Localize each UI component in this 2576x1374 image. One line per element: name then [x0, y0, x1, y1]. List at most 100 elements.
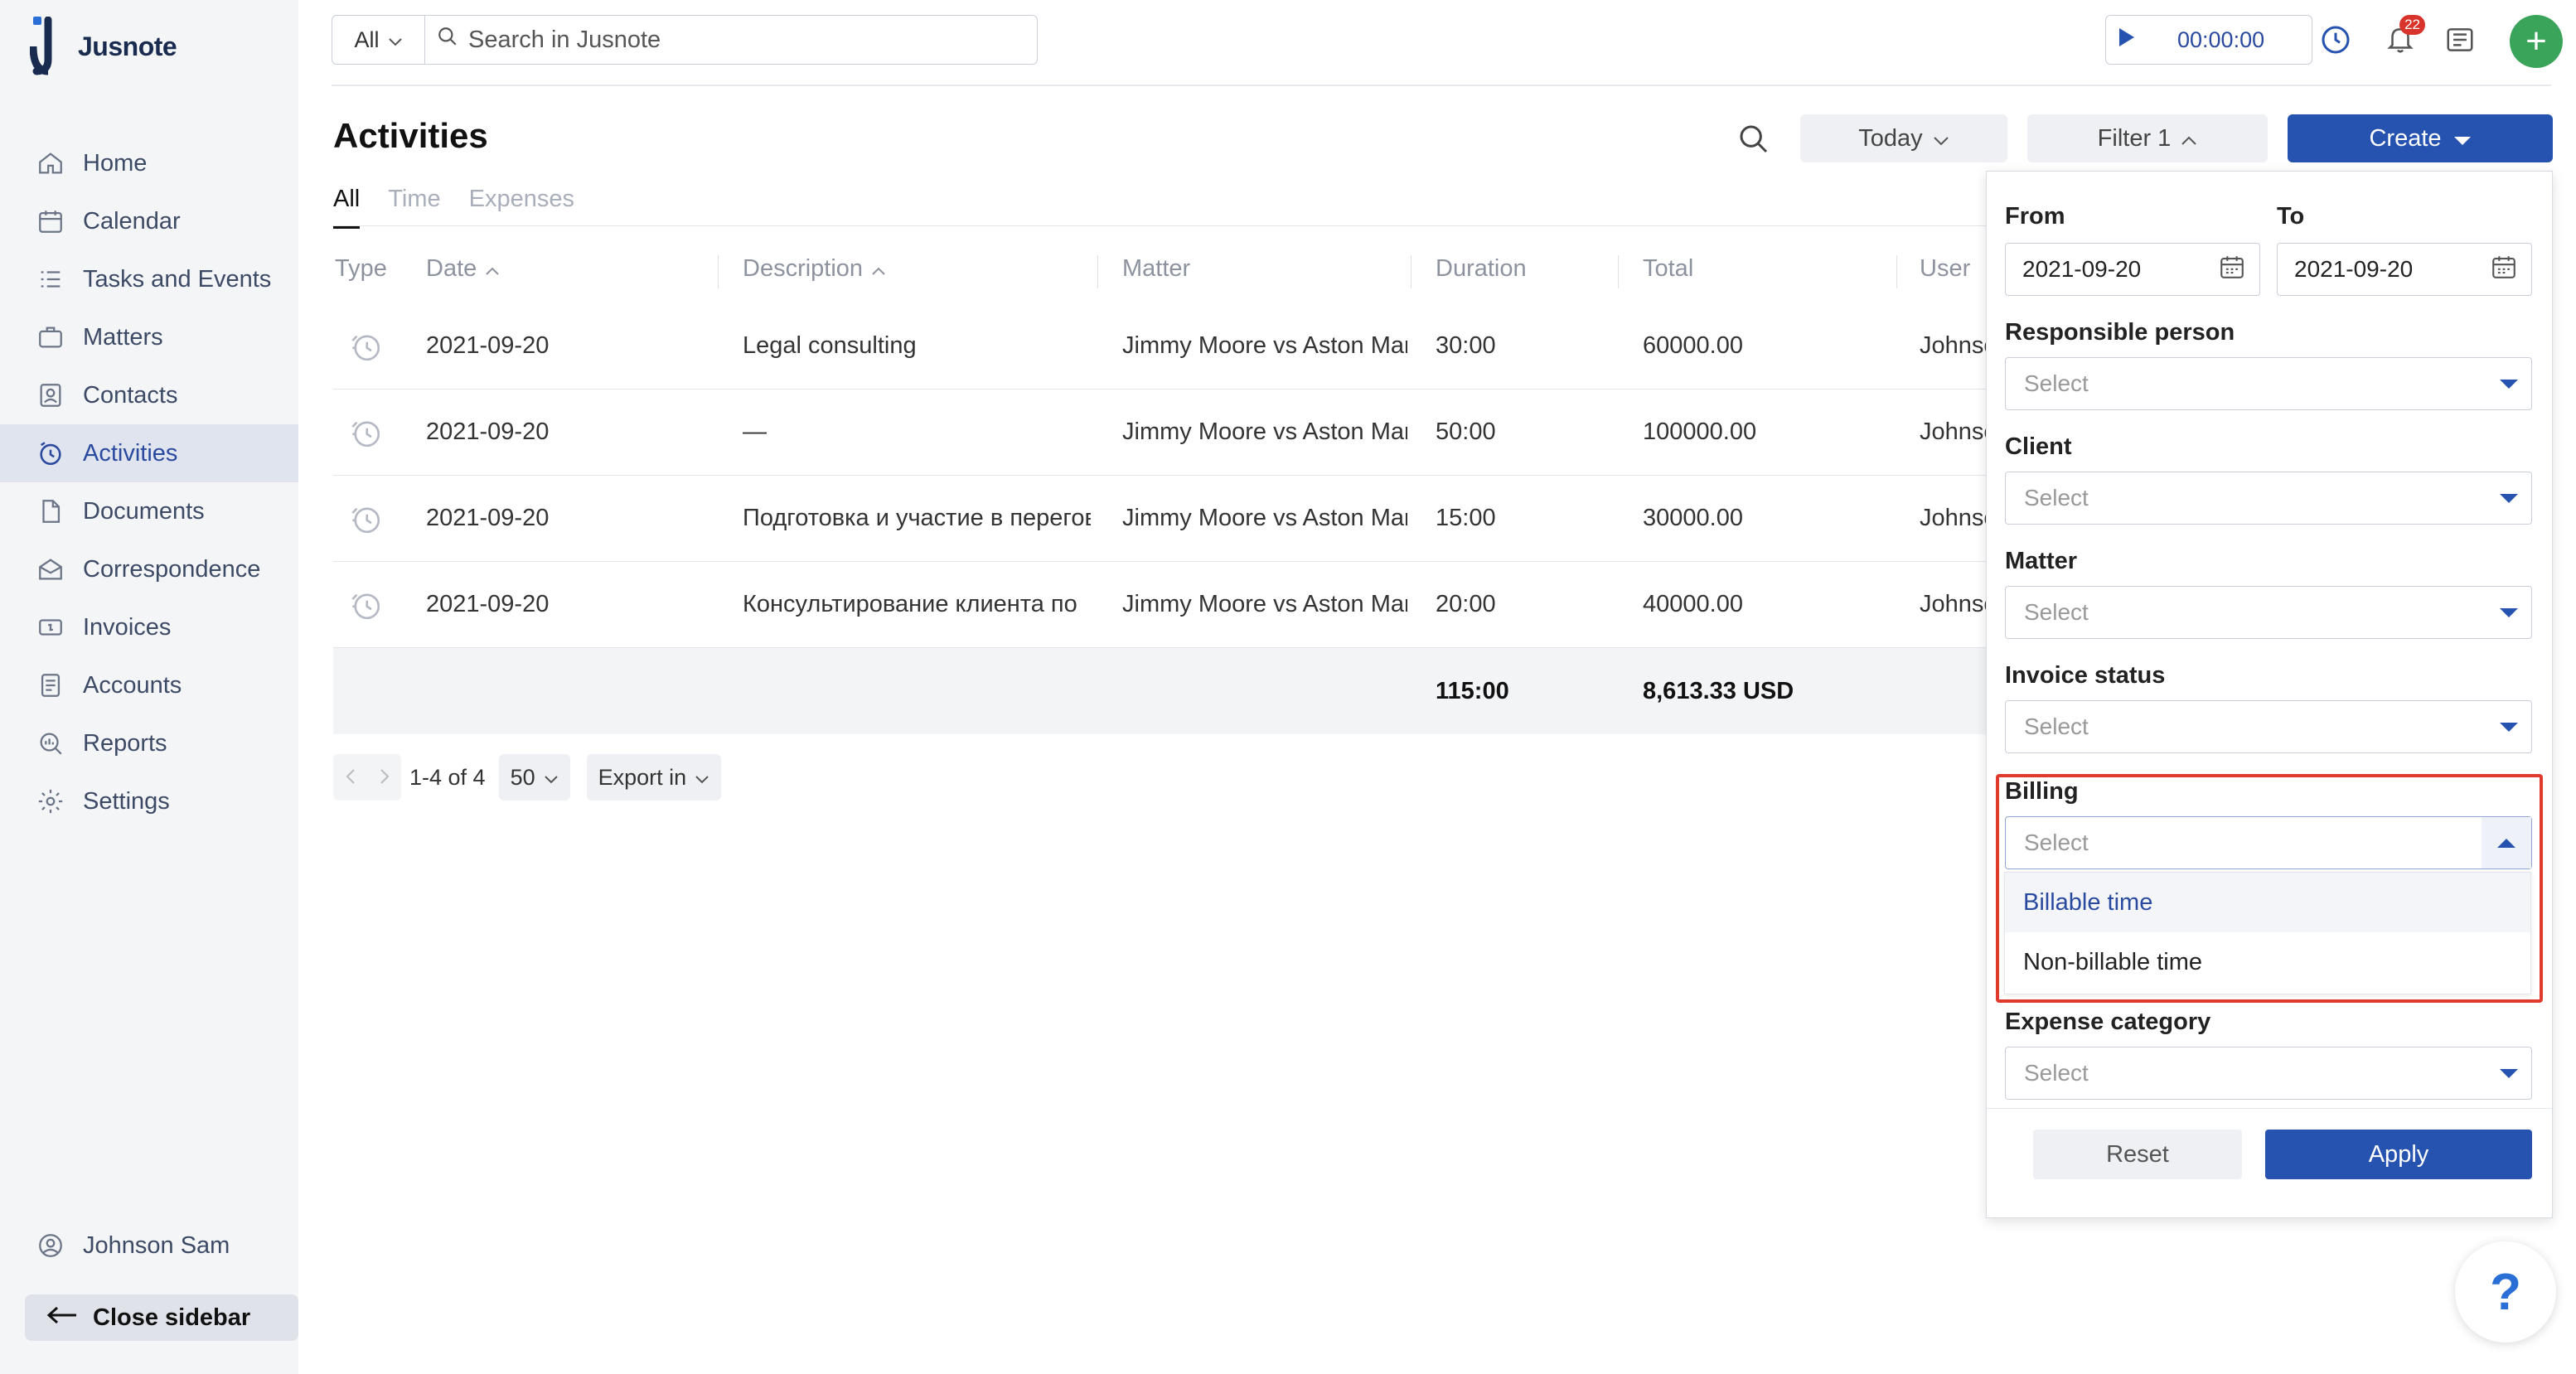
sidebar-item-calendar[interactable]: Calendar [0, 192, 298, 250]
play-icon[interactable] [2118, 27, 2136, 54]
sidebar-item-matters[interactable]: Matters [0, 308, 298, 366]
total-amount: 8,613.33 USD [1643, 677, 1794, 704]
reset-button[interactable]: Reset [2033, 1130, 2242, 1179]
cell-duration: 30:00 [1436, 332, 1496, 359]
cell-user: Johnson Sam [1920, 591, 1994, 617]
table-row[interactable]: 2021-09-20 — Jimmy Moore vs Aston Martin 50… [333, 389, 1999, 476]
caret-down-icon [2500, 607, 2518, 617]
pagination: 1-4 of 4 50 Export in [333, 754, 722, 801]
activity-tabs: All Time Expenses [333, 186, 603, 229]
sidebar-item-contacts[interactable]: Contacts [0, 366, 298, 424]
sidebar-item-settings[interactable]: Settings [0, 772, 298, 830]
cell-duration: 15:00 [1436, 505, 1496, 531]
close-sidebar-button[interactable]: Close sidebar [25, 1294, 298, 1341]
export-dropdown[interactable]: Export in [586, 754, 722, 801]
accounts-icon [35, 670, 66, 701]
page-title: Activities [333, 116, 488, 155]
sidebar-item-accounts[interactable]: Accounts [0, 656, 298, 714]
search-scope-label: All [354, 27, 380, 52]
search-icon [437, 26, 458, 54]
sidebar-item-documents[interactable]: Documents [0, 482, 298, 540]
to-date-value: 2021-09-20 [2294, 256, 2414, 282]
sidebar-item-invoices[interactable]: Invoices [0, 598, 298, 656]
table-row[interactable]: 2021-09-20 Консультирование клиента по Jim… [333, 562, 1999, 648]
table-row[interactable]: 2021-09-20 Legal consulting Jimmy Moore vs… [333, 278, 1999, 389]
cell-user: Johnson Sam [1920, 505, 1994, 531]
sidebar-item-tasks[interactable]: Tasks and Events [0, 250, 298, 308]
cell-date: 2021-09-20 [426, 418, 550, 445]
news-icon[interactable] [2440, 20, 2480, 60]
filter-button[interactable]: Filter 1 [2027, 114, 2268, 162]
sidebar-item-correspondence[interactable]: Correspondence [0, 540, 298, 598]
time-entry-type-icon [348, 278, 383, 389]
search-scope-dropdown[interactable]: All [332, 16, 425, 64]
chevron-down-icon [1933, 125, 1949, 152]
expense-category-label: Expense category [2005, 1009, 2211, 1035]
matter-select[interactable]: Select [2005, 586, 2532, 639]
table-search-icon[interactable] [1737, 123, 1770, 156]
filter-footer-divider [1987, 1108, 2552, 1109]
cell-matter: Jimmy Moore vs Aston Martin [1122, 332, 1407, 359]
chevron-left-icon[interactable] [346, 765, 356, 791]
pagination-arrows [333, 754, 401, 801]
cell-matter: Jimmy Moore vs Aston Martin [1122, 418, 1407, 445]
select-placeholder: Select [2024, 599, 2089, 625]
cell-matter: Jimmy Moore vs Aston Martin [1122, 591, 1407, 617]
cell-duration: 50:00 [1436, 418, 1496, 445]
notifications-bell-icon[interactable]: 22 [2380, 15, 2425, 60]
calendar-icon[interactable] [2218, 253, 2246, 287]
tasks-icon [35, 264, 66, 295]
pagination-range: 1-4 of 4 [409, 764, 486, 790]
caret-down-icon [2500, 722, 2518, 732]
apply-button[interactable]: Apply [2265, 1130, 2532, 1179]
quick-add-button[interactable]: + [2510, 15, 2563, 68]
documents-icon [35, 496, 66, 527]
tab-expenses[interactable]: Expenses [469, 186, 574, 229]
app-logo[interactable]: Jusnote [29, 16, 177, 76]
search-input[interactable]: Search in Jusnote [425, 26, 1037, 54]
create-label: Create [2369, 124, 2442, 152]
sidebar-item-label: Reports [83, 729, 167, 757]
correspondence-icon [35, 554, 66, 585]
help-button[interactable]: ? [2455, 1241, 2556, 1343]
table-totals-row: 115:00 8,613.33 USD [333, 648, 1999, 734]
total-duration: 115:00 [1436, 677, 1509, 704]
sidebar-item-label: Tasks and Events [83, 265, 272, 293]
gear-icon [35, 786, 66, 817]
cell-description: Legal consulting [743, 332, 917, 359]
chevron-right-icon[interactable] [380, 765, 390, 791]
sidebar-nav: Home Calendar Tasks and Events Matters C… [0, 134, 298, 830]
sidebar-item-reports[interactable]: Reports [0, 714, 298, 772]
sidebar-item-activities[interactable]: Activities [0, 424, 298, 482]
cell-total: 30000.00 [1643, 505, 1743, 531]
table-row[interactable]: 2021-09-20 Подготовка и участие в перегов… [333, 476, 1999, 562]
caret-down-icon [2500, 1068, 2518, 1078]
cell-date: 2021-09-20 [426, 505, 550, 531]
create-button[interactable]: Create [2288, 114, 2553, 162]
export-label: Export in [598, 764, 687, 790]
matter-label: Matter [2005, 548, 2078, 574]
tab-all[interactable]: All [333, 186, 361, 229]
calendar-icon [35, 206, 66, 237]
to-date-input[interactable]: 2021-09-20 [2277, 243, 2532, 296]
user-profile[interactable]: Johnson Sam [35, 1230, 230, 1261]
to-label: To [2277, 203, 2305, 230]
activities-icon [35, 438, 66, 469]
timer-value: 00:00:00 [2177, 27, 2265, 52]
calendar-icon[interactable] [2490, 253, 2518, 287]
clock-history-icon[interactable] [2316, 20, 2356, 60]
tab-time[interactable]: Time [388, 186, 440, 229]
period-dropdown[interactable]: Today [1800, 114, 2007, 162]
timer-widget[interactable]: 00:00:00 [2105, 15, 2312, 65]
cell-description: Консультирование клиента по [743, 591, 1077, 617]
client-select[interactable]: Select [2005, 472, 2532, 525]
cell-description: Подготовка и участие в переговорах [743, 505, 1091, 531]
invoice-status-select[interactable]: Select [2005, 700, 2532, 753]
expense-category-select[interactable]: Select [2005, 1047, 2532, 1100]
page-size-dropdown[interactable]: 50 [498, 754, 570, 801]
global-search: All Search in Jusnote [332, 15, 1038, 65]
cell-description: — [743, 418, 767, 445]
responsible-person-select[interactable]: Select [2005, 357, 2532, 410]
sidebar-item-home[interactable]: Home [0, 134, 298, 192]
from-date-input[interactable]: 2021-09-20 [2005, 243, 2260, 296]
